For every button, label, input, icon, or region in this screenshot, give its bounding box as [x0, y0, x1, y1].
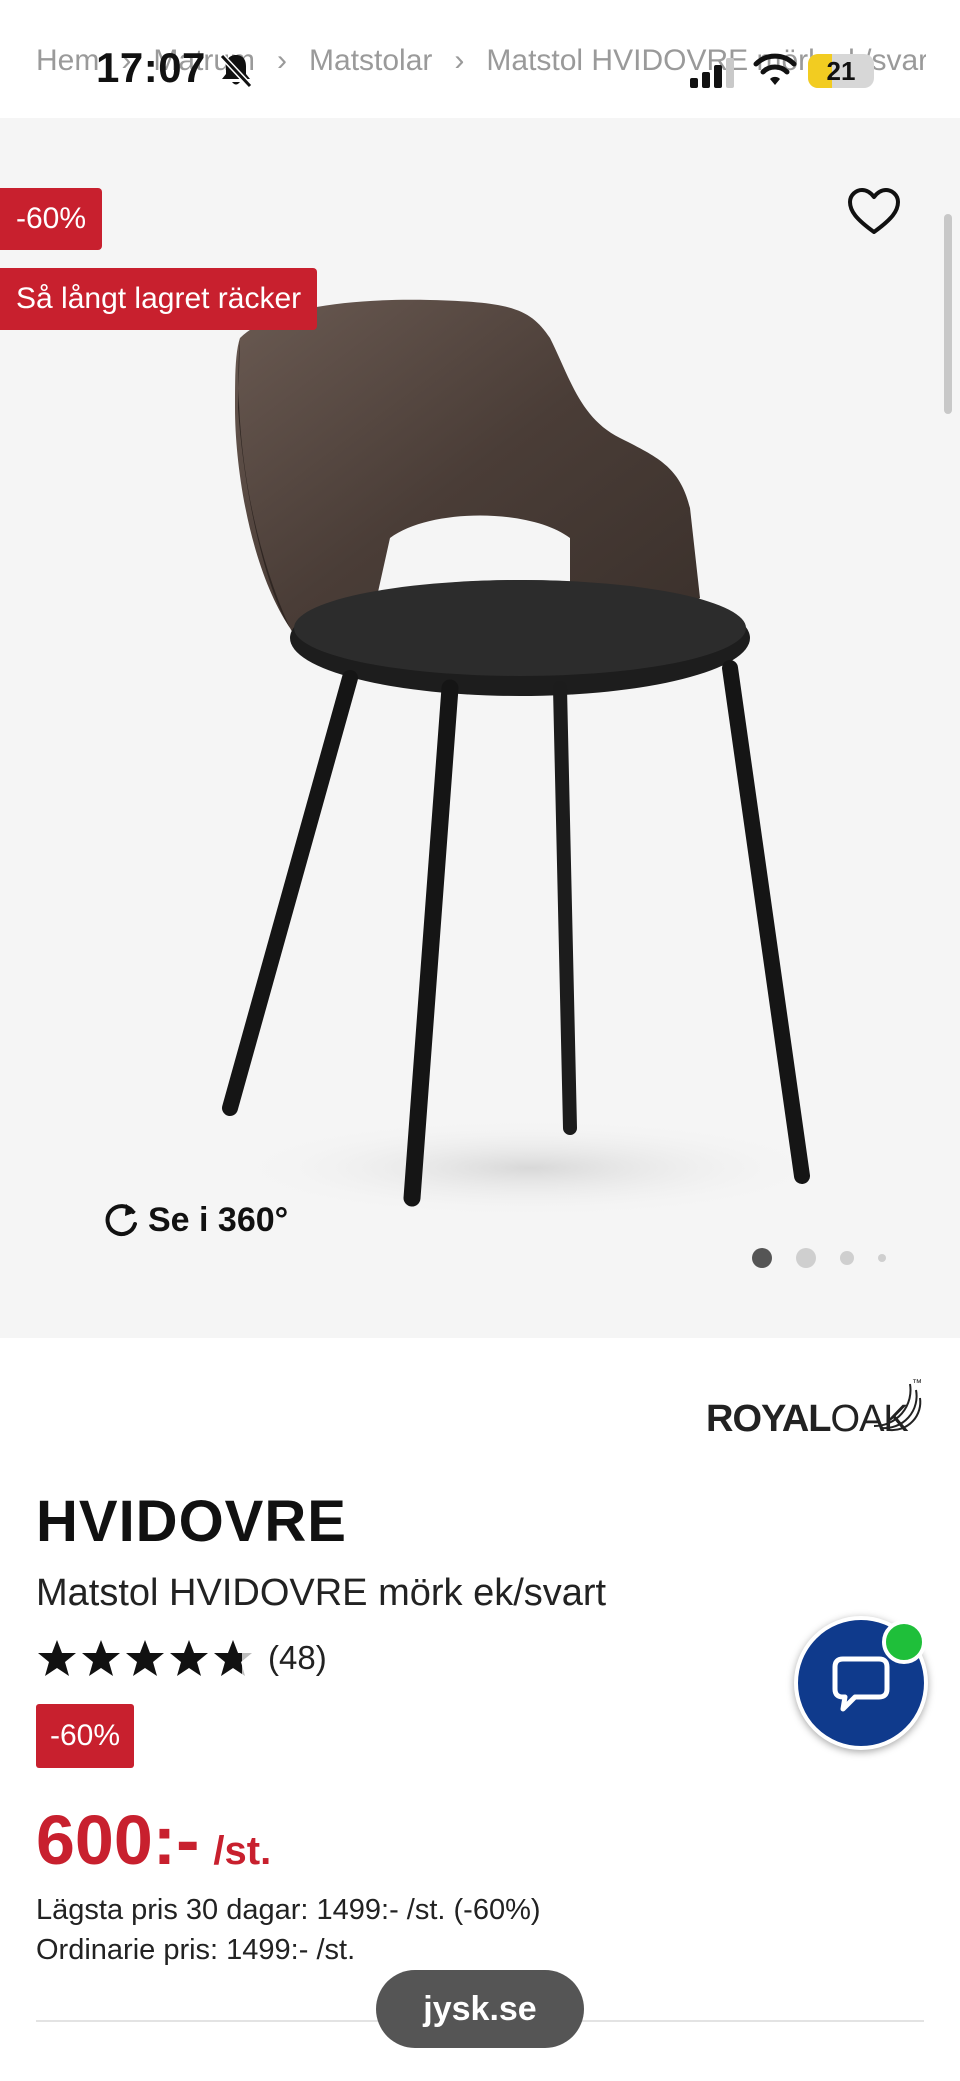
image-pagination[interactable]	[752, 1246, 892, 1270]
star-icon	[126, 1640, 164, 1676]
rotate-icon	[105, 1204, 137, 1237]
price-value: 600:-	[36, 1801, 200, 1879]
brand-logo[interactable]: ROYALOAK ™	[706, 1378, 926, 1440]
product-rating[interactable]: (48)	[36, 1636, 327, 1680]
pagination-dot[interactable]	[878, 1254, 886, 1262]
browser-url-bar[interactable]: jysk.se	[376, 1970, 584, 2048]
star-half-icon	[214, 1640, 252, 1676]
stock-badge: Så långt lagret räcker	[0, 268, 318, 330]
chat-bubble-icon	[832, 1656, 890, 1712]
battery-level: 21	[826, 56, 856, 86]
price-unit: /st.	[213, 1829, 272, 1873]
price-discount-badge: -60%	[36, 1704, 134, 1768]
wifi-icon	[753, 53, 797, 85]
discount-badge: -60%	[0, 188, 103, 250]
signal-icon	[690, 58, 734, 88]
lowest-price-30-days: Lägsta pris 30 dagar: 1499:- /st. (-60%)	[36, 1894, 541, 1926]
pagination-dot[interactable]	[796, 1248, 816, 1268]
star-icon	[170, 1640, 208, 1676]
brand-trademark: ™	[912, 1378, 922, 1389]
star-icon	[82, 1640, 120, 1676]
price: 600:- /st.	[36, 1800, 271, 1880]
heart-outline-icon[interactable]	[846, 186, 902, 238]
battery-icon: 21	[808, 54, 874, 88]
status-bar: 17:07 21	[0, 0, 960, 130]
view-360-button[interactable]: Se i 360°	[102, 1198, 288, 1242]
star-icon	[38, 1640, 76, 1676]
pagination-dot[interactable]	[840, 1251, 854, 1265]
view-360-label: Se i 360°	[148, 1200, 289, 1239]
rating-count[interactable]: (48)	[268, 1639, 327, 1677]
ordinary-price: Ordinarie pris: 1499:- /st.	[36, 1934, 356, 1966]
scrollbar[interactable]	[944, 214, 952, 414]
product-image[interactable]	[150, 268, 830, 1268]
pagination-dot-active[interactable]	[752, 1248, 772, 1268]
product-name: HVIDOVRE	[36, 1489, 347, 1554]
status-time: 17:07	[96, 44, 206, 91]
product-description: Matstol HVIDOVRE mörk ek/svart	[36, 1572, 607, 1614]
bell-muted-icon	[219, 53, 253, 89]
product-gallery[interactable]: -60% Så långt lagret räcker Se i 360°	[0, 118, 960, 1338]
online-status-indicator	[882, 1620, 926, 1664]
